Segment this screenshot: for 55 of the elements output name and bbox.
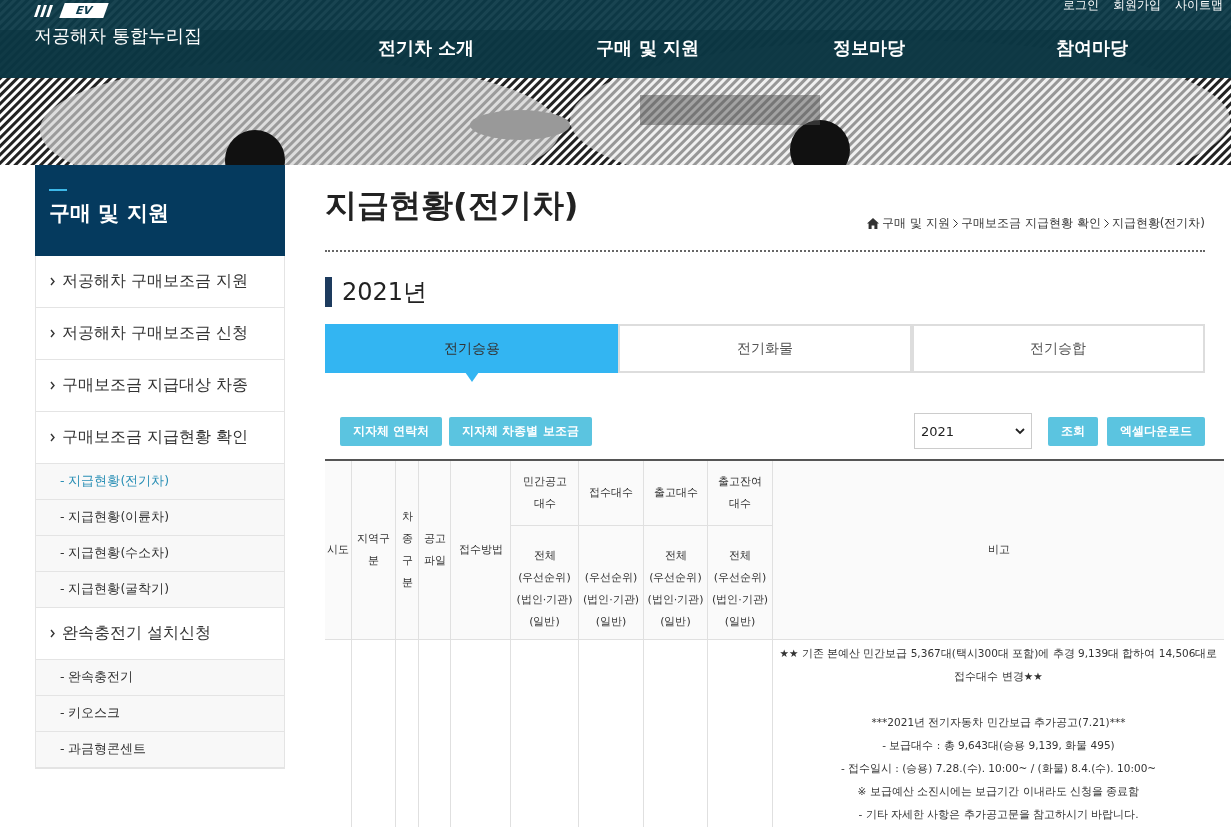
remark-text: - 접수일시 : (승용) 7.28.(수). 10:00~ / (화물) 8.4.(수). 10:00~ [839,761,1158,776]
sidebar-subitem[interactable]: - 지급현황(이륜차) [36,500,284,536]
chevron-icon [953,219,958,228]
chevron-icon [50,433,55,442]
column-header: 출고잔여 대수 [707,460,773,526]
tab[interactable]: 전기승합 [911,324,1205,373]
page-title: 지급현황(전기차) [325,185,579,226]
column-subheader: 전체 (우선순위) (법인·기관) (일반) [707,525,773,640]
column-header: 접수방법 [450,460,511,640]
remark-text: - 보급대수 : 총 9,643대(승용 9,139, 화물 495) [881,738,1116,753]
sidebar-subitem[interactable]: - 지급현황(수소차) [36,536,284,572]
sidebar-subitem[interactable]: - 지급현황(전기차) [36,464,284,500]
sidebar-subitem[interactable]: - 키오스크 [36,696,284,732]
column-header: 민간공고 대수 [510,460,579,526]
chevron-icon [50,381,55,390]
column-header: 비고 [772,460,1224,640]
sidebar-header: 구매 및 지원 [35,165,285,256]
breadcrumb-link[interactable]: 구매보조금 지급현황 확인 [961,215,1101,232]
nav-link[interactable]: 정보마당 [832,36,905,60]
column-subheader: 전체 (우선순위) (법인·기관) (일반) [643,525,708,640]
column-header: 지역구 분 [351,460,396,640]
chevron-icon [50,277,55,286]
section-title: 2021년 [342,277,428,308]
site-title[interactable]: 저공해차 통합누리집 [34,24,330,48]
year-select[interactable]: 2021 [914,413,1032,449]
home-icon [867,218,880,229]
utility-link[interactable]: 회원가입 [1113,0,1161,14]
nav-link[interactable]: 참여마당 [1055,36,1128,60]
column-header: 출고대수 [643,460,708,526]
sidebar-subitem[interactable]: - 완속충전기 [36,660,284,696]
tab[interactable]: 전기화물 [618,324,912,373]
utility-link[interactable]: 사이트맵 [1175,0,1223,14]
chevron-icon [1103,219,1109,228]
chevron-icon [50,629,55,638]
utility-link[interactable]: 로그인 [1063,0,1099,14]
remark-text: ※ 보급예산 소진시에는 보급기간 이내라도 신청을 종료함 [856,784,1141,799]
column-header: 공고 파일 [418,460,451,640]
breadcrumb-link[interactable]: 구매 및 지원 [882,215,950,232]
pointer-icon [464,372,479,382]
breadcrumb-link[interactable]: 지급현황(전기차) [1111,215,1205,232]
column-header: 접수대수 [578,460,644,526]
section-marker [325,277,332,307]
remark-text: ***2021년 전기자동차 민간보급 추가공고(7.21)*** [870,715,1127,730]
remark-text: ★★ 기존 본예산 민간보급 5,367대(택시300대 포함)에 추경 9,139대 합하여 14,506대로 접수대수 변경★★ [778,646,1219,684]
sidebar-subitem[interactable]: - 과금형콘센트 [36,732,284,768]
column-header: 차 종 구 분 [395,460,419,640]
nav-link[interactable]: 전기차 소개 [378,36,475,60]
nav-link[interactable]: 구매 및 지원 [596,36,699,60]
remark-text: - 기타 자세한 사항은 추가공고문을 참고하시기 바랍니다. [857,807,1140,822]
column-header: 시도 [325,460,352,640]
chevron-icon [50,329,55,338]
column-subheader: (우선순위) (법인·기관) (일반) [578,525,644,640]
sidebar-subitem[interactable]: - 지급현황(굴착기) [36,572,284,608]
column-subheader: 전체 (우선순위) (법인·기관) (일반) [510,525,579,640]
chevron-down-icon [1015,427,1025,435]
